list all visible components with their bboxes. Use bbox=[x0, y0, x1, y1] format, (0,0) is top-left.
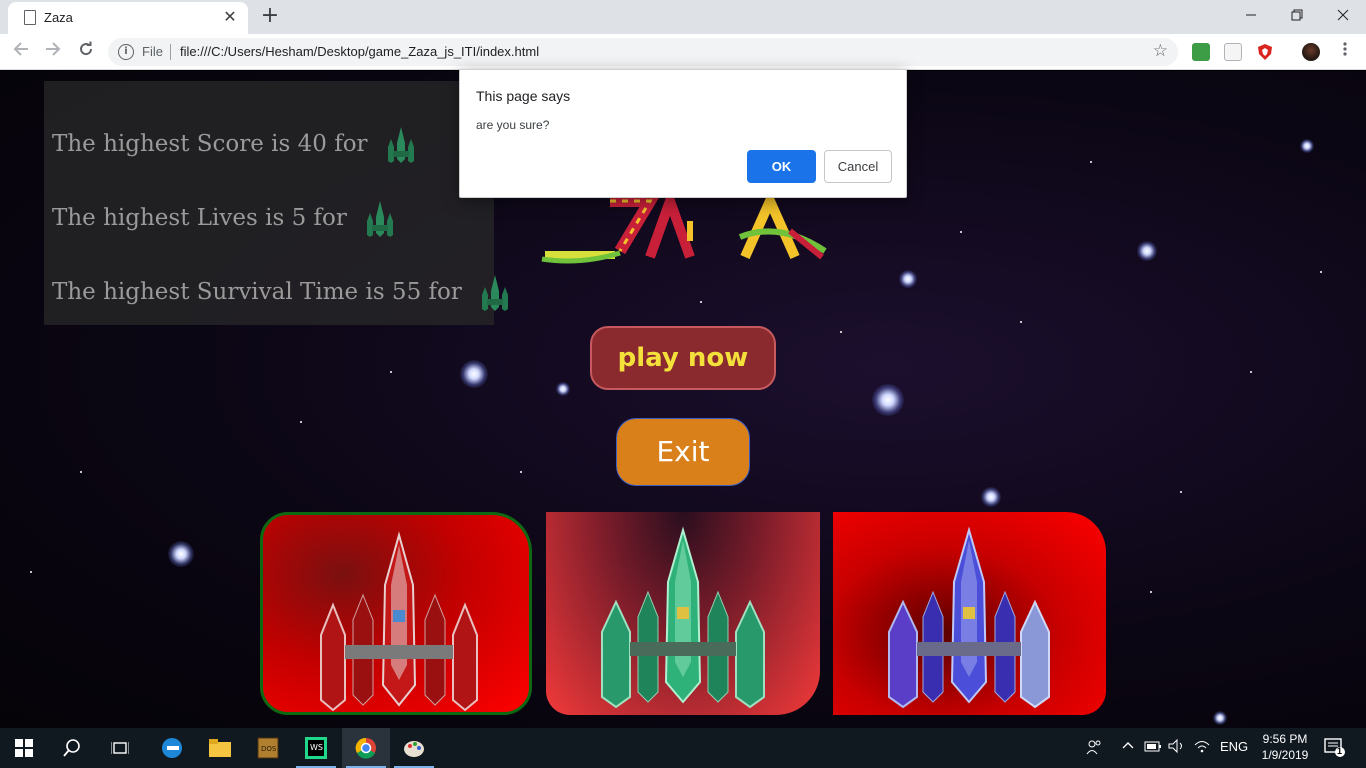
star bbox=[1180, 491, 1182, 493]
time-row: The highest Survival Time is 55 for bbox=[52, 273, 515, 313]
notification-icon[interactable]: 1 bbox=[1324, 737, 1346, 762]
browser-tab[interactable]: Zaza ✕ bbox=[8, 2, 248, 34]
star bbox=[30, 571, 32, 573]
menu-icon[interactable] bbox=[1332, 39, 1358, 65]
tab-strip: Zaza ✕ + bbox=[0, 0, 1366, 34]
search-icon[interactable] bbox=[48, 728, 96, 768]
address-bar[interactable]: i File file:///C:/Users/Hesham/Desktop/g… bbox=[108, 38, 1178, 66]
svg-text:WS: WS bbox=[310, 743, 323, 752]
dosbox-icon[interactable]: DOS bbox=[244, 728, 292, 768]
star bbox=[520, 471, 522, 473]
exit-button[interactable]: Exit bbox=[616, 418, 750, 486]
volume-icon[interactable] bbox=[1168, 738, 1186, 756]
ship-card-blue[interactable] bbox=[833, 512, 1106, 715]
url-text[interactable]: file:///C:/Users/Hesham/Desktop/game_Zaz… bbox=[180, 44, 539, 59]
language-indicator[interactable]: ENG bbox=[1220, 739, 1248, 754]
chrome-icon[interactable] bbox=[342, 728, 390, 768]
blue-ship-icon bbox=[888, 526, 1050, 709]
star bbox=[300, 421, 302, 423]
star bbox=[1090, 161, 1092, 163]
cancel-button[interactable]: Cancel bbox=[824, 150, 892, 183]
green-ship-icon bbox=[601, 526, 765, 709]
ok-button[interactable]: OK bbox=[747, 150, 816, 183]
star bbox=[1150, 591, 1152, 593]
notification-count: 1 bbox=[1337, 746, 1343, 756]
high-scores-panel: The highest Score is 40 for The highest … bbox=[44, 81, 509, 325]
tab-close-icon[interactable]: ✕ bbox=[220, 7, 240, 27]
dialog-title: This page says bbox=[476, 88, 571, 104]
score-row: The highest Score is 40 for bbox=[52, 125, 421, 165]
star bbox=[899, 270, 917, 288]
star bbox=[1137, 241, 1157, 261]
clock-time: 9:56 PM bbox=[1262, 732, 1308, 746]
star bbox=[981, 487, 1001, 507]
green-ship-icon bbox=[367, 201, 394, 237]
task-view-icon[interactable] bbox=[96, 728, 144, 768]
window-close-icon[interactable] bbox=[1320, 2, 1366, 30]
extension-green-icon[interactable] bbox=[1192, 43, 1210, 61]
star bbox=[960, 231, 962, 233]
page-icon bbox=[24, 10, 36, 25]
svg-text:DOS: DOS bbox=[261, 745, 277, 753]
back-icon[interactable] bbox=[8, 39, 34, 65]
lives-row: The highest Lives is 5 for bbox=[52, 199, 400, 239]
red-ship-icon bbox=[320, 531, 478, 712]
highest-lives-text: The highest Lives is 5 for bbox=[52, 205, 347, 231]
avatar[interactable] bbox=[1302, 43, 1320, 61]
star bbox=[556, 382, 570, 396]
restore-icon[interactable] bbox=[1274, 2, 1320, 30]
star bbox=[872, 384, 904, 416]
file-explorer-icon[interactable] bbox=[196, 728, 244, 768]
webstorm-icon[interactable]: WS bbox=[292, 728, 340, 768]
new-tab-button[interactable]: + bbox=[258, 4, 282, 28]
star bbox=[1300, 139, 1314, 153]
clock[interactable]: 9:56 PM 1/9/2019 bbox=[1252, 731, 1318, 763]
chevron-up-icon[interactable] bbox=[1122, 739, 1134, 754]
forward-icon[interactable] bbox=[40, 39, 66, 65]
clock-date: 1/9/2019 bbox=[1261, 748, 1309, 762]
star bbox=[700, 301, 702, 303]
people-icon[interactable] bbox=[1086, 739, 1102, 758]
minimize-icon[interactable] bbox=[1228, 2, 1274, 30]
ship-card-green[interactable] bbox=[546, 512, 820, 715]
star bbox=[460, 360, 488, 388]
highest-score-text: The highest Score is 40 for bbox=[52, 131, 368, 157]
star bbox=[1213, 711, 1227, 725]
green-ship-icon bbox=[387, 127, 414, 163]
paint-icon[interactable] bbox=[390, 728, 438, 768]
star bbox=[80, 471, 82, 473]
windows-taskbar: DOS WS ENG 9:56 PM 1/9/2019 1 bbox=[0, 728, 1366, 768]
play-now-button[interactable]: play now bbox=[590, 326, 776, 390]
star bbox=[390, 371, 392, 373]
star bbox=[1250, 371, 1252, 373]
reload-icon[interactable] bbox=[73, 39, 99, 65]
extension-shield-icon[interactable] bbox=[1256, 43, 1274, 61]
start-button[interactable] bbox=[0, 728, 48, 768]
edge-icon[interactable] bbox=[148, 728, 196, 768]
green-ship-icon bbox=[482, 275, 509, 311]
url-divider bbox=[170, 44, 171, 60]
highest-time-text: The highest Survival Time is 55 for bbox=[52, 279, 462, 305]
star bbox=[840, 331, 842, 333]
browser-toolbar: i File file:///C:/Users/Hesham/Desktop/g… bbox=[0, 34, 1366, 70]
star bbox=[168, 541, 194, 567]
bookmark-star-icon[interactable]: ☆ bbox=[1153, 41, 1168, 61]
zaza-logo bbox=[541, 191, 827, 264]
battery-icon[interactable] bbox=[1144, 739, 1162, 756]
confirm-dialog: This page says are you sure? OK Cancel bbox=[459, 69, 907, 198]
extension-doc-icon[interactable] bbox=[1224, 43, 1242, 61]
dialog-message: are you sure? bbox=[476, 118, 550, 132]
ship-card-red[interactable] bbox=[260, 512, 532, 715]
wifi-icon[interactable] bbox=[1194, 739, 1210, 756]
site-info-icon[interactable]: i bbox=[118, 44, 134, 60]
star bbox=[1320, 271, 1322, 273]
tab-title: Zaza bbox=[44, 10, 73, 25]
url-scheme: File bbox=[142, 44, 163, 59]
star bbox=[1020, 321, 1022, 323]
